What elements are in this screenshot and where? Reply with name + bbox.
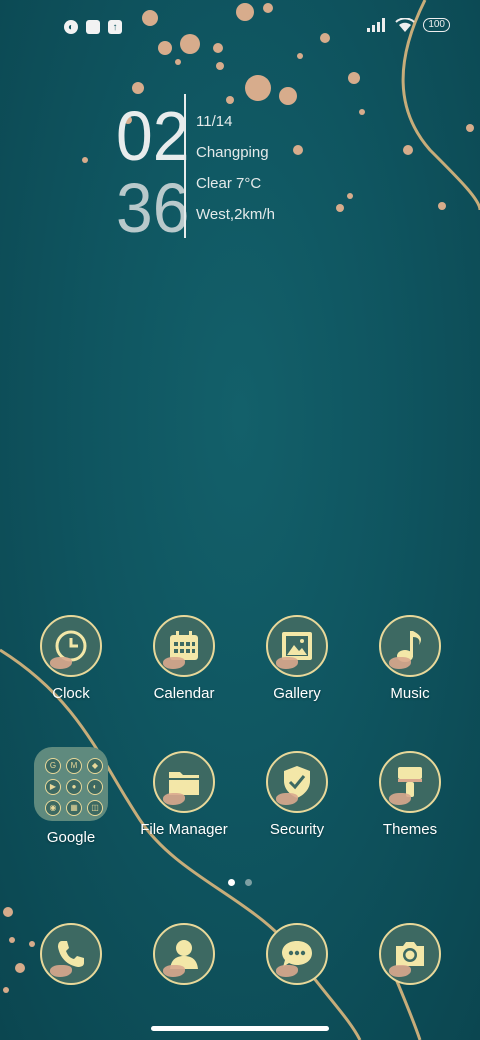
app-file-manager[interactable]: File Manager — [128, 751, 240, 838]
status-bar: ◐ ↑ 100 — [0, 14, 480, 42]
mini-app-icon: ▶ — [45, 779, 61, 795]
clock-icon — [40, 615, 102, 677]
app-label: Google — [46, 829, 96, 846]
mini-app-icon: ◫ — [87, 800, 103, 816]
upload-icon: ↑ — [108, 20, 122, 34]
calendar-icon — [153, 615, 215, 677]
app-label: Clock — [52, 685, 90, 702]
app-music[interactable]: Music — [354, 615, 466, 702]
app-label: File Manager — [140, 821, 228, 838]
mini-app-icon: ◉ — [45, 800, 61, 816]
app-label: Music — [390, 685, 430, 702]
app-calendar[interactable]: Calendar — [128, 615, 240, 702]
contacts-icon — [153, 923, 215, 985]
wifi-icon — [395, 18, 416, 32]
app-clock[interactable]: Clock — [15, 615, 127, 702]
page-indicator — [228, 879, 252, 886]
dock-camera[interactable] — [354, 923, 466, 985]
location-text: Changping — [196, 144, 269, 161]
folder-icon — [153, 751, 215, 813]
battery-icon: 100 — [423, 18, 450, 32]
messages-icon — [266, 923, 328, 985]
mini-app-icon: G — [45, 758, 61, 774]
app-label: Gallery — [273, 685, 321, 702]
mini-app-icon: ● — [66, 779, 82, 795]
app-label: Security — [269, 821, 325, 838]
mini-app-icon: ◆ — [87, 758, 103, 774]
wind-text: West,2km/h — [196, 206, 275, 223]
widget-divider — [184, 94, 186, 238]
clock-hour: 02 — [116, 97, 190, 175]
google-folder-icon: G M ◆ ▶ ● ◐ ◉ ▦ ◫ — [34, 747, 108, 821]
gallery-icon — [266, 615, 328, 677]
app-google-folder[interactable]: G M ◆ ▶ ● ◐ ◉ ▦ ◫ Google — [15, 747, 127, 846]
shield-icon — [266, 751, 328, 813]
app-themes[interactable]: Themes — [354, 751, 466, 838]
notification-icon: ◐ — [64, 20, 78, 34]
app-label: Themes — [382, 821, 438, 838]
dock-contacts[interactable] — [128, 923, 240, 985]
date-text: 11/14 — [196, 113, 233, 130]
app-label: Calendar — [153, 685, 215, 702]
camera-icon — [379, 923, 441, 985]
mini-app-icon: ▦ — [66, 800, 82, 816]
paint-brush-icon — [379, 751, 441, 813]
dock-phone[interactable] — [15, 923, 127, 985]
mini-app-icon: M — [66, 758, 82, 774]
clock-minute: 36 — [116, 169, 190, 247]
weather-text: Clear 7°C — [196, 175, 262, 192]
square-notification-icon — [86, 20, 100, 34]
signal-icon — [367, 18, 386, 32]
phone-icon — [40, 923, 102, 985]
app-gallery[interactable]: Gallery — [241, 615, 353, 702]
mini-app-icon: ◐ — [87, 779, 103, 795]
weather-info: 11/14 Changping Clear 7°C West,2km/h — [196, 106, 275, 230]
dock-messages[interactable] — [241, 923, 353, 985]
home-gesture-bar[interactable] — [151, 1026, 329, 1031]
app-security[interactable]: Security — [241, 751, 353, 838]
page-dot-active[interactable] — [228, 879, 235, 886]
music-icon — [379, 615, 441, 677]
page-dot[interactable] — [245, 879, 252, 886]
